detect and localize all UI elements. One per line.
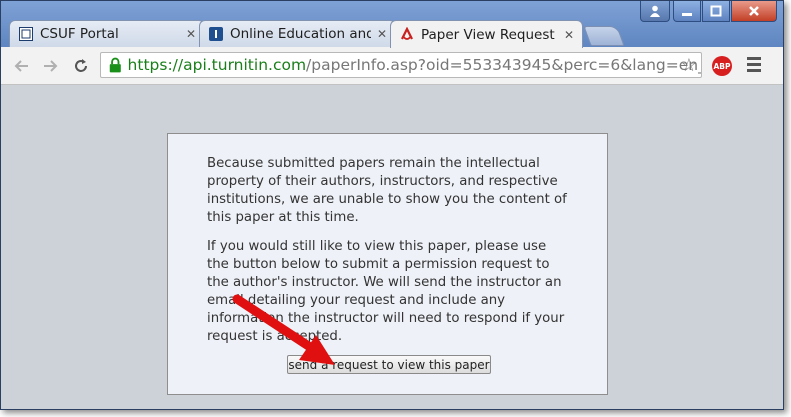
close-window-button[interactable] bbox=[731, 1, 777, 22]
tab-label: CSUF Portal bbox=[40, 26, 119, 42]
tab-online-education[interactable]: Online Education and ✕ bbox=[199, 20, 396, 47]
user-profile-button[interactable] bbox=[640, 1, 670, 22]
tab-csuf-portal[interactable]: CSUF Portal ✕ bbox=[9, 20, 205, 47]
tab-label: Online Education and bbox=[230, 26, 371, 42]
browser-window: CSUF Portal ✕ Online Education and ✕ Pap… bbox=[0, 0, 784, 410]
minimize-icon bbox=[682, 13, 692, 16]
address-bar[interactable]: https://api.turnitin.com/paperInfo.asp?o… bbox=[100, 52, 702, 78]
close-tab-icon[interactable]: ✕ bbox=[564, 28, 574, 42]
intellectual-property-notice: Because submitted papers remain the inte… bbox=[207, 156, 567, 225]
browser-toolbar: https://api.turnitin.com/paperInfo.asp?o… bbox=[1, 47, 783, 85]
url-path: /paperInfo.asp?oid=553343945&perc=6&lang… bbox=[306, 56, 701, 74]
back-arrow-icon bbox=[14, 60, 28, 72]
send-request-button[interactable]: send a request to view this paper bbox=[287, 355, 491, 374]
url-host: https://api.turnitin.com bbox=[127, 56, 307, 74]
maximize-button[interactable] bbox=[702, 1, 730, 22]
adblock-plus-icon[interactable]: ABP bbox=[712, 56, 732, 76]
title-bar: CSUF Portal ✕ Online Education and ✕ Pap… bbox=[1, 1, 783, 48]
menu-icon[interactable] bbox=[747, 57, 761, 75]
minimize-button[interactable] bbox=[673, 1, 701, 22]
tab-strip: CSUF Portal ✕ Online Education and ✕ Pap… bbox=[9, 20, 625, 48]
csuf-portal-favicon-icon bbox=[18, 26, 34, 42]
close-icon bbox=[749, 6, 759, 16]
back-button[interactable] bbox=[11, 56, 31, 76]
paper-request-panel: Because submitted papers remain the inte… bbox=[167, 133, 608, 395]
turnitin-favicon-icon bbox=[399, 26, 415, 43]
tab-paper-view-request[interactable]: Paper View Request ✕ bbox=[390, 20, 583, 48]
lock-icon bbox=[109, 57, 121, 73]
forward-arrow-icon bbox=[44, 60, 58, 72]
window-controls bbox=[640, 1, 777, 22]
reload-icon bbox=[75, 59, 87, 72]
tab-label: Paper View Request bbox=[421, 26, 555, 43]
permission-request-instructions: If you would still like to view this pap… bbox=[207, 239, 565, 344]
new-tab-button[interactable] bbox=[583, 26, 625, 46]
reload-button[interactable] bbox=[71, 56, 91, 76]
page-content: Because submitted papers remain the inte… bbox=[1, 85, 783, 409]
close-tab-icon[interactable]: ✕ bbox=[377, 27, 387, 41]
online-education-favicon-icon bbox=[208, 26, 224, 42]
forward-button[interactable] bbox=[41, 56, 61, 76]
close-tab-icon[interactable]: ✕ bbox=[186, 27, 196, 41]
user-icon bbox=[650, 5, 660, 17]
bookmark-star-icon[interactable]: ☆ bbox=[681, 55, 697, 76]
maximize-icon bbox=[710, 5, 722, 17]
